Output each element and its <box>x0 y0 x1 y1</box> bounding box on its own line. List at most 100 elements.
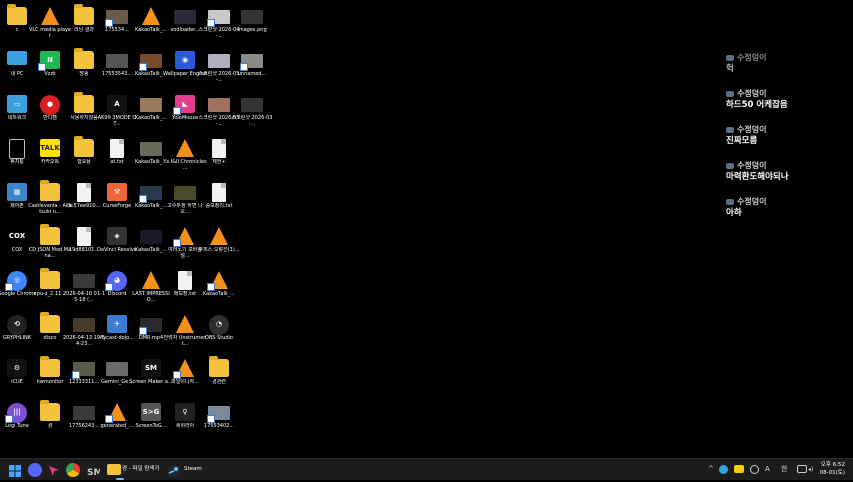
desktop-icon[interactable]: S>G ScreenToG... <box>135 399 167 439</box>
desktop-icon[interactable]: 17553543... <box>101 47 133 87</box>
desktop-icon[interactable]: 스크린샷 2026-03-... <box>232 91 272 131</box>
desktop-icon[interactable]: 2026-04-13 19-54-23... <box>63 311 105 351</box>
chat-username: 수정덩이 <box>726 124 846 135</box>
desktop-icon[interactable]: 내 PC <box>1 47 33 87</box>
desktop-icon[interactable]: 방송 <box>68 47 100 87</box>
discord-taskbar-icon[interactable] <box>28 463 42 477</box>
vlc-cone-icon <box>176 139 194 157</box>
desktop-icon[interactable]: 3c57ee910... <box>68 179 100 219</box>
desktop-icon[interactable]: ⚙ iCUE <box>1 355 33 395</box>
app-icon: ◔ <box>209 315 229 335</box>
folder-icon <box>7 4 27 25</box>
desktop-icon[interactable]: LAST IMPRESSIO... <box>132 267 170 307</box>
desktop-icon[interactable]: ||| Logi Tune <box>1 399 33 439</box>
desktop-icon[interactable]: Ys I&II Chronicles ... <box>163 135 207 175</box>
desktop-icon[interactable]: KakaoTalk_... <box>135 91 167 131</box>
desktop-icon[interactable]: 12333311... <box>68 355 100 395</box>
desktop-icon[interactable]: A AK99 3MODE OT... <box>98 91 136 131</box>
kakaotalk-tray-icon[interactable] <box>734 465 744 473</box>
desktop-icon[interactable]: KakaoTalk_... <box>203 267 235 307</box>
desktop-icon[interactable]: 전력자 (Instrument... <box>164 311 206 351</box>
file-explorer-label[interactable]: 경 - 파일 탐색기 <box>122 465 160 473</box>
desktop-icon[interactable]: ⟲ GRYPHLINK <box>1 311 33 351</box>
desktop-icon[interactable]: 경 <box>34 399 66 439</box>
desktop-icon[interactable]: 19d88101... <box>68 223 100 263</box>
desktop-icon[interactable]: ⚒ CurseForge <box>101 179 133 219</box>
desktop-icon[interactable]: ● 반디캠 <box>34 91 66 131</box>
tray-chevron-icon[interactable]: ^ <box>708 465 714 474</box>
desktop-icon[interactable]: 메모장.txt <box>169 267 201 307</box>
desktop-icon[interactable]: at.txt <box>101 135 133 175</box>
tray-status-icon[interactable] <box>750 465 759 474</box>
desktop-icon[interactable]: 러닝 결과 <box>68 3 100 43</box>
volume-icon[interactable]: ◂) <box>808 465 813 474</box>
chrome-taskbar-icon[interactable] <box>66 463 80 477</box>
network-icon[interactable] <box>797 465 807 473</box>
desktop-icon[interactable]: unnamed... <box>236 47 268 87</box>
app-icon: ⚒ <box>107 183 127 201</box>
app-icon: ⟲ <box>7 315 27 335</box>
image-thumbnail-icon <box>140 142 162 156</box>
desktop-icon[interactable]: 제헌+ <box>203 135 235 175</box>
chat-text: 아하 <box>726 208 742 218</box>
ime-language-indicator[interactable]: 한 <box>781 465 787 474</box>
desktop-icon[interactable]: 17553402... <box>203 399 235 439</box>
image-thumbnail-icon <box>106 362 128 376</box>
desktop-icon[interactable]: ◈ DaVinci Resolve <box>97 223 137 263</box>
screen-maker-taskbar-icon[interactable]: SM <box>86 463 102 478</box>
folder-icon <box>40 312 60 333</box>
desktop-icon[interactable]: 경관련 <box>203 355 235 395</box>
desktop-icon[interactable]: 여러노기 모바일 설... <box>168 223 202 263</box>
desktop-icon[interactable]: 2026-04-10 01-15-18 (... <box>63 267 105 307</box>
desktop-icon[interactable]: Castlevania - Akatsuki n... <box>28 179 72 219</box>
desktop-icon[interactable]: images.png <box>236 3 268 43</box>
desktop-icon[interactable]: ▭ 네트워크 <box>1 91 33 131</box>
image-thumbnail-icon <box>106 54 128 68</box>
desktop-icon[interactable]: 스크린샷 2026-05-... <box>199 47 239 87</box>
desktop-icon[interactable]: ◎ Google Chrome <box>0 267 36 307</box>
desktop-icon[interactable]: SM Screen Maker a... <box>129 355 173 395</box>
tray-app-icon[interactable] <box>719 465 728 474</box>
folder-icon <box>40 400 60 421</box>
desktop-icon[interactable]: KakaoTalk_... <box>135 3 167 43</box>
desktop-icon[interactable]: hwmonitor <box>34 355 66 395</box>
text-file-icon <box>77 227 91 246</box>
desktop-icon[interactable]: 증보정리.txt <box>203 179 235 219</box>
desktop-icon[interactable]: ✈ flycast-dojo... <box>100 311 134 351</box>
desktop-icon[interactable]: 고수투정 하면 나오... <box>167 179 203 219</box>
desktop-icon[interactable]: 17756243... <box>68 399 100 439</box>
desktop-icon[interactable]: ◔ OBS Studio <box>203 311 235 351</box>
chat-username: 수정덩이 <box>726 160 846 171</box>
desktop-icon[interactable]: KakaoTalk_... <box>135 47 167 87</box>
clock[interactable]: 오후 6:52 08-01(토) <box>820 462 845 477</box>
taskbar: SM 경 - 파일 탐색기 Steam ^ A 한 ◂) 오후 6:52 08-… <box>0 458 853 480</box>
clock-time: 오후 6:52 <box>820 462 845 468</box>
image-thumbnail-icon <box>208 98 230 112</box>
desktop-icon[interactable]: N Vzzk <box>34 47 66 87</box>
yolomouse-taskbar-icon[interactable] <box>47 463 61 477</box>
ime-mode-indicator[interactable]: A <box>765 465 770 474</box>
app-icon: TALK <box>40 139 60 157</box>
desktop-icon[interactable]: generated_... <box>100 399 134 439</box>
app-icon: ▦ <box>7 183 27 201</box>
app-icon: ● <box>40 95 60 115</box>
steam-label[interactable]: Steam <box>184 465 202 473</box>
desktop-icon-label: 경관련 <box>212 379 226 385</box>
vlc-cone-icon <box>142 7 160 25</box>
desktop-icon[interactable]: TALK 카카오톡 <box>34 135 66 175</box>
desktop-icon[interactable]: Gemini_Ge... <box>101 355 133 395</box>
desktop-icon[interactable]: ♀ 세위라아 <box>169 399 201 439</box>
desktop-icon[interactable]: 쿠피스 오랑선(1)... <box>198 223 240 263</box>
svg-text:SM: SM <box>87 468 100 478</box>
desktop-icon[interactable]: 스크린샷 2026-04-... <box>199 3 239 43</box>
windows-start-icon[interactable] <box>8 463 22 477</box>
file-explorer-taskbar-icon[interactable] <box>107 464 121 475</box>
desktop-icon[interactable]: CD JSON Mod Mana... <box>29 223 71 263</box>
desktop-icon[interactable]: VLC media player <box>29 3 71 43</box>
chat-text: 진짜모름 <box>726 136 758 146</box>
desktop-icon[interactable]: 합요용 <box>68 135 100 175</box>
steam-taskbar-icon[interactable] <box>167 463 181 477</box>
desktop-icon[interactable]: 175534... <box>101 3 133 43</box>
desktop-icon[interactable]: 휴지통 <box>1 135 33 175</box>
desktop-icon[interactable]: 파일이나자... <box>169 355 201 395</box>
